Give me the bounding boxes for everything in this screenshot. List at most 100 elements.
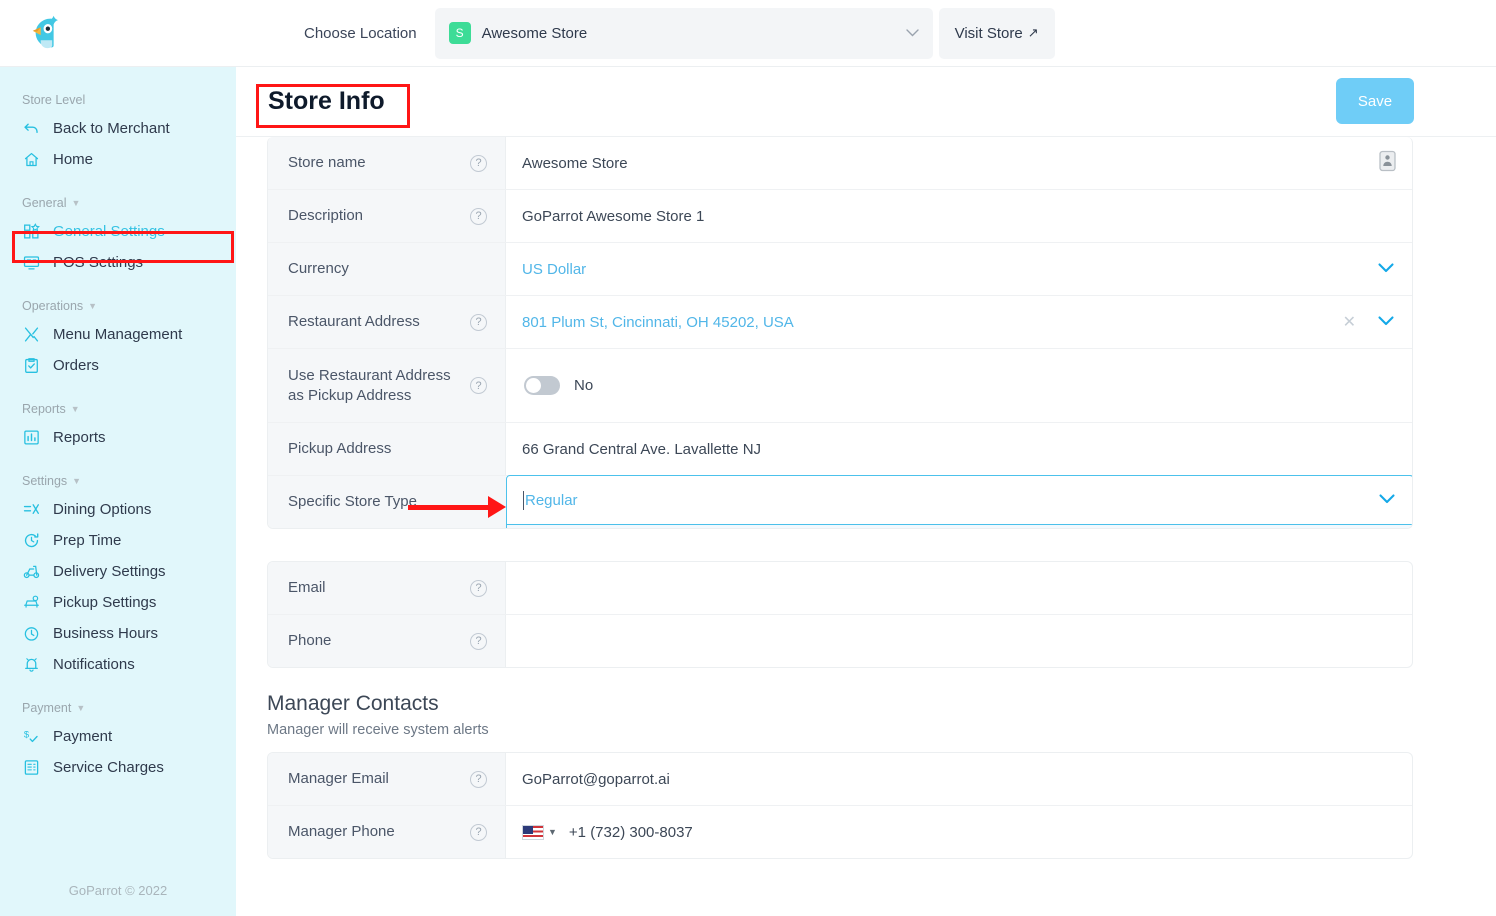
goparrot-parrot-logo-icon — [32, 15, 58, 49]
sidebar-nav: Store Level Back to Merchant Home Genera… — [0, 67, 236, 916]
save-button[interactable]: Save — [1336, 78, 1414, 124]
sidebar-item-home[interactable]: Home — [0, 144, 236, 175]
badge-icon[interactable] — [1379, 150, 1396, 176]
help-icon[interactable]: ? — [470, 377, 487, 394]
manager-contacts-title: Manager Contacts — [267, 692, 439, 715]
page-title: Store Info — [268, 87, 385, 115]
help-icon[interactable]: ? — [470, 313, 487, 331]
form-row-phone: Phone ? — [268, 615, 1412, 667]
sidebar-group-general[interactable]: General ▼ — [0, 196, 236, 216]
manager-contacts-subtitle: Manager will receive system alerts — [267, 722, 489, 738]
description-input[interactable]: GoParrot Awesome Store 1 — [506, 190, 1412, 242]
form-row-manager-email: Manager Email ? GoParrot@goparrot.ai — [268, 753, 1412, 806]
chevron-down-icon[interactable] — [1378, 313, 1394, 331]
sidebar-item-pos-settings[interactable]: POS Settings — [0, 247, 236, 278]
label-text: Description — [288, 207, 364, 225]
manager-phone-value: +1 (732) 300-8037 — [568, 823, 693, 841]
us-flag-icon[interactable] — [522, 824, 544, 840]
sidebar-item-prep-time[interactable]: Prep Time — [0, 525, 236, 556]
currency-value: US Dollar — [522, 260, 587, 278]
help-icon[interactable]: ? — [470, 823, 487, 841]
contact-card: Email ? Phone ? — [267, 561, 1413, 668]
sidebar-item-label: Orders — [53, 357, 99, 374]
sidebar-item-payment[interactable]: $ Payment — [0, 721, 236, 752]
sidebar-group-reports[interactable]: Reports ▼ — [0, 402, 236, 422]
choose-location-label: Choose Location — [304, 24, 417, 42]
grid-settings-icon — [22, 222, 41, 241]
label-text: Phone — [288, 632, 332, 650]
label-text: Use Restaurant Address as Pickup Address — [288, 366, 462, 405]
help-icon[interactable]: ? — [470, 154, 487, 172]
chevron-down-icon: ▼ — [70, 404, 80, 414]
sidebar-item-pickup-settings[interactable]: Pickup Settings — [0, 587, 236, 618]
currency-select[interactable]: US Dollar — [506, 243, 1412, 295]
label-text: Manager Email — [288, 770, 389, 788]
location-select[interactable]: S Awesome Store — [434, 7, 933, 59]
form-label-specific-store-type: Specific Store Type — [268, 476, 506, 528]
app-logo[interactable] — [0, 0, 236, 67]
sidebar-item-reports[interactable]: Reports — [0, 422, 236, 453]
chevron-down-icon[interactable]: ▼ — [548, 827, 557, 837]
pos-monitor-icon — [22, 253, 41, 272]
form-label-pickup-address: Pickup Address — [268, 423, 506, 475]
sidebar-group-settings[interactable]: Settings ▼ — [0, 474, 236, 494]
form-row-use-restaurant-address: Use Restaurant Address as Pickup Address… — [268, 349, 1412, 423]
pickup-address-value: 66 Grand Central Ave. Lavallette NJ — [522, 440, 762, 458]
help-icon[interactable]: ? — [470, 632, 487, 650]
store-info-card: Store name ? Awesome Store Description ? — [267, 137, 1413, 529]
help-icon[interactable]: ? — [470, 579, 487, 597]
sidebar-item-dining-options[interactable]: Dining Options — [0, 494, 236, 525]
sidebar-item-back-to-merchant[interactable]: Back to Merchant — [0, 113, 236, 144]
form-label-description: Description ? — [268, 190, 506, 242]
use-restaurant-address-toggle[interactable] — [524, 376, 560, 395]
store-type-combobox-input[interactable]: Regular — [506, 475, 1412, 525]
manager-phone-input[interactable]: ▼ +1 (732) 300-8037 — [506, 806, 1412, 858]
sidebar-item-orders[interactable]: Orders — [0, 350, 236, 381]
description-value: GoParrot Awesome Store 1 — [522, 207, 705, 225]
form-label-phone: Phone ? — [268, 615, 506, 667]
restaurant-address-select[interactable]: 801 Plum St, Cincinnati, OH 45202, USA ✕ — [506, 296, 1412, 348]
chevron-down-icon[interactable] — [1379, 491, 1395, 509]
sidebar-item-label: Payment — [53, 728, 113, 745]
chevron-down-icon — [905, 24, 919, 42]
pickup-car-icon — [22, 593, 41, 612]
home-icon — [22, 150, 41, 169]
dining-options-icon — [22, 500, 41, 519]
visit-store-button[interactable]: Visit Store ↗ — [938, 7, 1055, 59]
sidebar-item-notifications[interactable]: Notifications — [0, 649, 236, 680]
clock-icon — [22, 624, 41, 643]
manager-email-input[interactable]: GoParrot@goparrot.ai — [506, 753, 1412, 805]
sidebar-group-label: Payment — [22, 701, 72, 715]
svg-text:$: $ — [24, 729, 30, 739]
email-input[interactable] — [506, 562, 1412, 614]
clear-icon[interactable]: ✕ — [1343, 312, 1356, 332]
help-icon[interactable]: ? — [470, 770, 487, 788]
sidebar-item-label: Notifications — [53, 656, 135, 673]
chevron-down-icon[interactable] — [1378, 260, 1394, 278]
store-name-input[interactable]: Awesome Store — [506, 137, 1412, 189]
manager-contacts-card: Manager Email ? GoParrot@goparrot.ai Man… — [267, 752, 1413, 859]
help-icon[interactable]: ? — [470, 207, 487, 225]
sidebar-group-payment[interactable]: Payment ▼ — [0, 701, 236, 721]
phone-input[interactable] — [506, 615, 1412, 667]
pickup-address-input[interactable]: 66 Grand Central Ave. Lavallette NJ — [506, 423, 1412, 475]
sidebar-item-menu-management[interactable]: Menu Management — [0, 319, 236, 350]
form-row-description: Description ? GoParrot Awesome Store 1 — [268, 190, 1412, 243]
sidebar-group-operations[interactable]: Operations ▼ — [0, 299, 236, 319]
sidebar-item-general-settings[interactable]: General Settings — [0, 216, 236, 247]
label-text: Manager Phone — [288, 823, 395, 841]
sidebar-item-service-charges[interactable]: Service Charges — [0, 752, 236, 783]
toggle-knob — [526, 378, 541, 393]
chevron-down-icon: ▼ — [72, 476, 82, 486]
arrow-up-right-icon: ↗ — [1027, 25, 1039, 40]
form-row-restaurant-address: Restaurant Address ? 801 Plum St, Cincin… — [268, 296, 1412, 349]
label-text: Currency — [288, 260, 349, 278]
sidebar-item-delivery-settings[interactable]: Delivery Settings — [0, 556, 236, 587]
restaurant-address-value: 801 Plum St, Cincinnati, OH 45202, USA — [522, 313, 794, 331]
store-type-value: Regular — [525, 491, 578, 509]
sidebar-item-business-hours[interactable]: Business Hours — [0, 618, 236, 649]
label-text: Email — [288, 579, 326, 597]
